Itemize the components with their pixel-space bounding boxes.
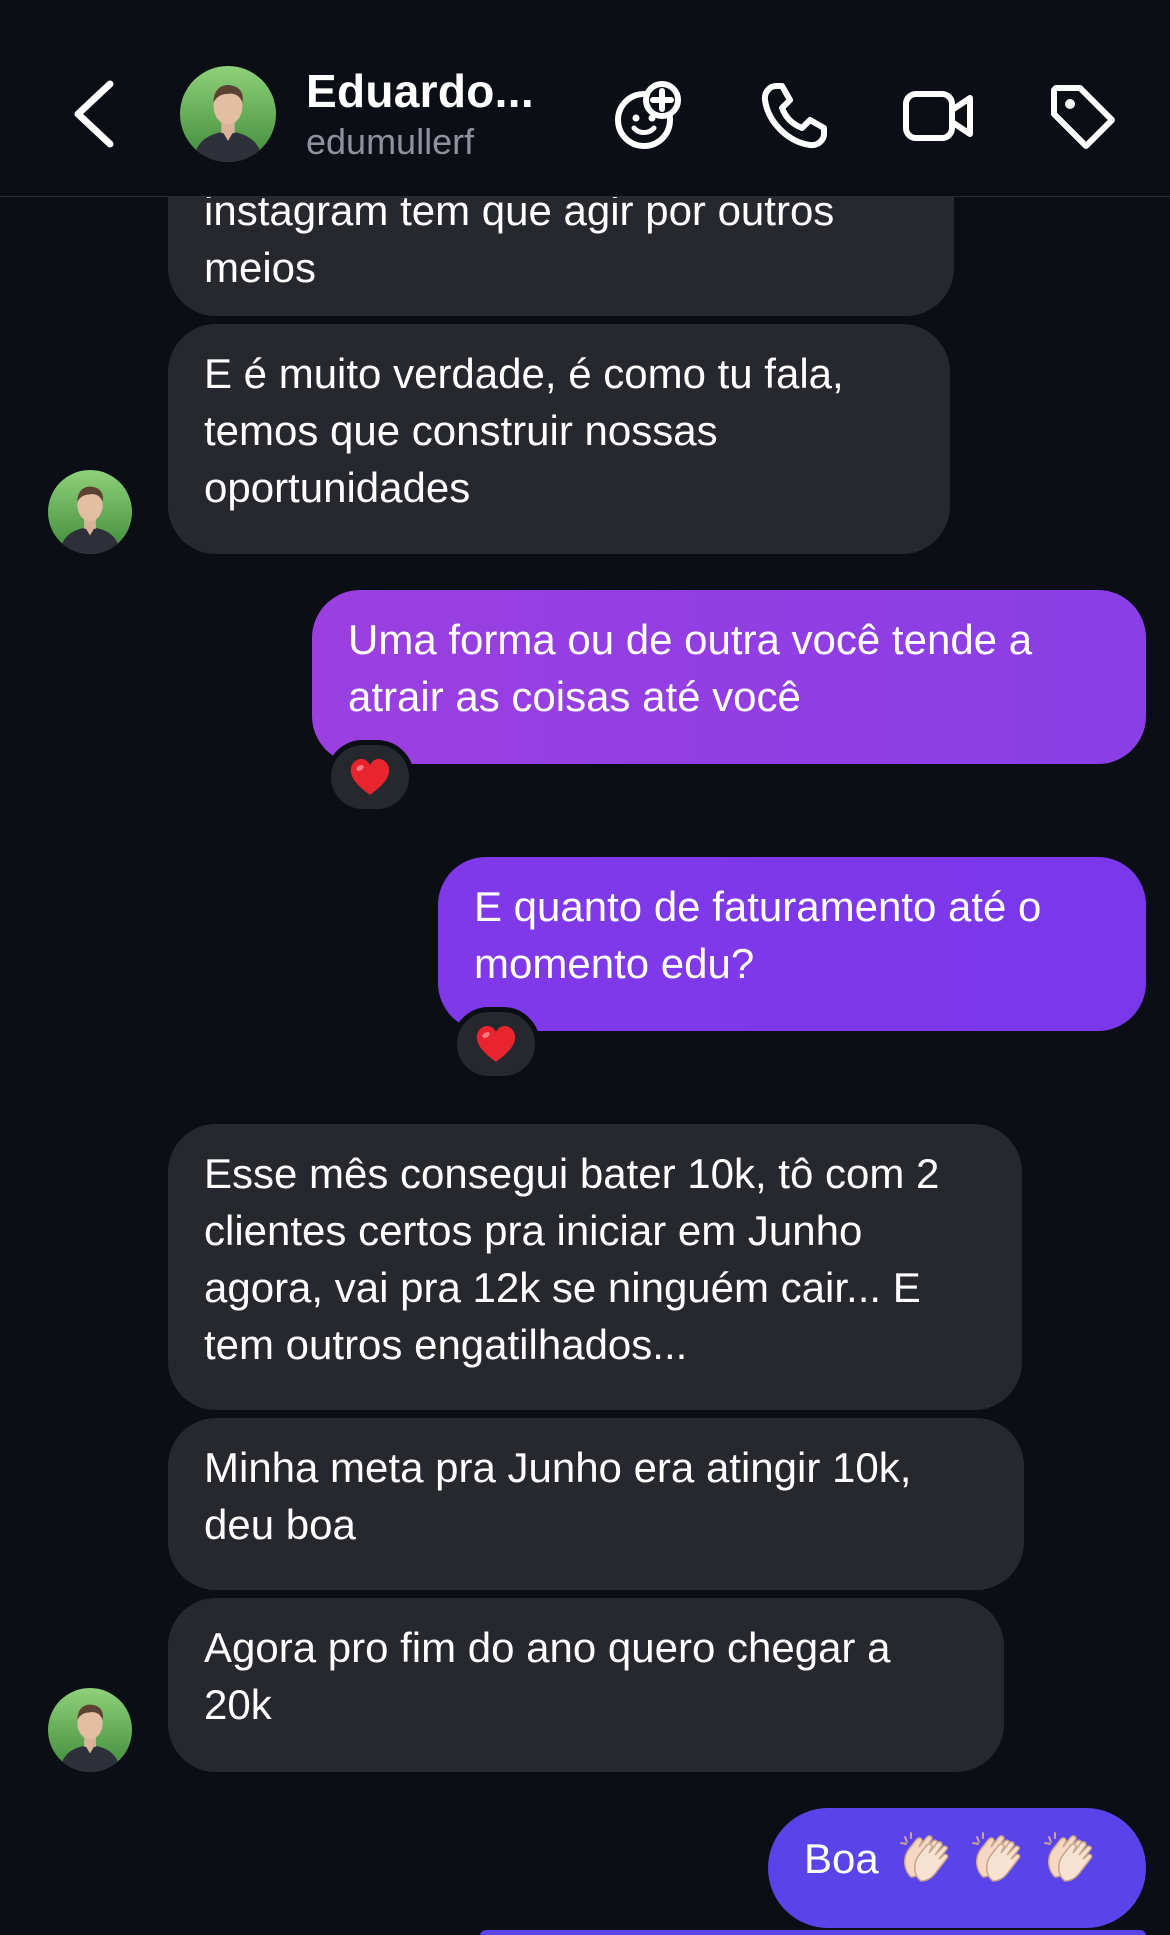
back-chevron-icon bbox=[74, 80, 114, 148]
message-bubble-outgoing[interactable]: Uma forma ou de outra você tende a atrai… bbox=[312, 590, 1146, 764]
clapping-hands-emoji-icon bbox=[1041, 1831, 1095, 1885]
chat-screen: instagram tem que agir por outros meios … bbox=[0, 0, 1170, 1935]
message-bubble-incoming[interactable]: Minha meta pra Junho era atingir 10k, de… bbox=[168, 1418, 1024, 1590]
message-bubble-incoming[interactable]: Agora pro fim do ano quero chegar a 20k bbox=[168, 1598, 1004, 1772]
profile-photo bbox=[180, 66, 276, 162]
contact-username[interactable]: edumullerf bbox=[306, 121, 474, 163]
heart-emoji-icon bbox=[474, 1024, 518, 1064]
profile-avatar[interactable] bbox=[180, 66, 276, 162]
message-bubble-incoming[interactable]: Esse mês consegui bater 10k, tô com 2 cl… bbox=[168, 1124, 1022, 1410]
label-button[interactable] bbox=[1044, 78, 1120, 154]
profile-photo bbox=[48, 470, 132, 554]
clapping-hands-emoji-icon bbox=[897, 1831, 951, 1885]
add-sticker-icon bbox=[615, 81, 681, 149]
sender-avatar[interactable] bbox=[48, 470, 132, 554]
sticker-button[interactable] bbox=[610, 78, 686, 154]
message-reaction[interactable] bbox=[452, 1007, 540, 1081]
tag-icon bbox=[1051, 85, 1115, 149]
back-button[interactable] bbox=[66, 76, 126, 152]
video-camera-icon bbox=[903, 91, 973, 141]
sender-avatar[interactable] bbox=[48, 1688, 132, 1772]
phone-icon bbox=[761, 83, 827, 149]
video-call-button[interactable] bbox=[900, 78, 976, 154]
message-bubble-outgoing[interactable]: E quanto de faturamento até o momento ed… bbox=[438, 857, 1146, 1031]
contact-name[interactable]: Eduardo... bbox=[306, 64, 534, 118]
heart-emoji-icon bbox=[348, 757, 392, 797]
message-bubble-incoming[interactable]: E é muito verdade, é como tu fala, temos… bbox=[168, 324, 950, 554]
profile-photo bbox=[48, 1688, 132, 1772]
clapping-hands-emoji-icon bbox=[969, 1831, 1023, 1885]
outgoing-bubble-edge bbox=[480, 1930, 1146, 1935]
voice-call-button[interactable] bbox=[756, 78, 832, 154]
chat-header: Eduardo... edumullerf bbox=[0, 0, 1170, 197]
message-bubble-outgoing[interactable]: Boa bbox=[768, 1808, 1146, 1928]
message-reaction[interactable] bbox=[326, 740, 414, 814]
